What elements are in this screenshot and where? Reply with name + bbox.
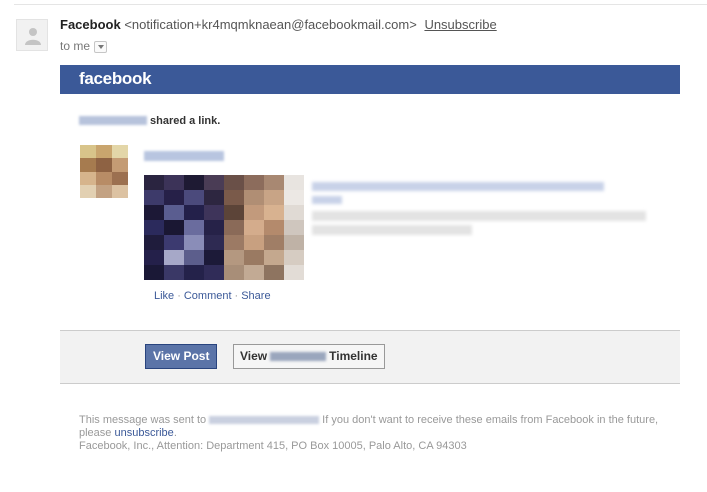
recipient-label: to me bbox=[60, 39, 91, 53]
redacted-link-description-line2 bbox=[312, 225, 472, 235]
action-separator: · bbox=[177, 290, 181, 302]
story-action-text: shared a link. bbox=[150, 115, 221, 127]
facebook-logo[interactable]: facebook bbox=[79, 69, 152, 89]
like-link[interactable]: Like bbox=[154, 290, 174, 302]
sender-name: Facebook bbox=[60, 17, 121, 32]
recipient-line: to me bbox=[60, 39, 108, 53]
redacted-link-title-line2[interactable] bbox=[312, 196, 342, 204]
footer-address: Facebook, Inc., Attention: Department 41… bbox=[79, 440, 467, 452]
top-divider bbox=[14, 4, 707, 5]
email-footer: This message was sent to If you don't wan… bbox=[79, 414, 679, 453]
redacted-link-title[interactable] bbox=[312, 182, 604, 191]
view-timeline-suffix: Timeline bbox=[329, 349, 378, 363]
redacted-user-name[interactable] bbox=[79, 116, 147, 125]
redacted-link-description bbox=[312, 211, 646, 221]
view-timeline-button[interactable]: View Timeline bbox=[233, 344, 385, 369]
footer-sent-to-text: This message was sent to bbox=[79, 414, 207, 426]
action-separator: · bbox=[234, 290, 239, 302]
link-thumbnail-image[interactable] bbox=[144, 175, 304, 280]
footer-period: . bbox=[173, 427, 177, 439]
poster-profile-picture[interactable] bbox=[80, 145, 128, 198]
story-actions: Like · Comment · Share bbox=[154, 290, 271, 302]
redacted-recipient-email[interactable] bbox=[209, 416, 320, 424]
share-link[interactable]: Share bbox=[241, 290, 270, 302]
footer-unsubscribe-link[interactable]: unsubscribe bbox=[114, 427, 173, 439]
view-timeline-prefix: View bbox=[240, 349, 268, 363]
sender-line: Facebook <notification+kr4mqmknaean@face… bbox=[60, 17, 497, 32]
details-dropdown-icon[interactable] bbox=[94, 40, 108, 53]
sender-email: <notification+kr4mqmknaean@facebookmail.… bbox=[124, 17, 417, 32]
unsubscribe-link[interactable]: Unsubscribe bbox=[424, 17, 496, 32]
redacted-poster-name[interactable] bbox=[144, 151, 224, 161]
sender-avatar bbox=[16, 19, 48, 51]
comment-link[interactable]: Comment bbox=[184, 290, 232, 302]
story-headline: shared a link. bbox=[79, 115, 220, 127]
view-post-button[interactable]: View Post bbox=[145, 344, 218, 369]
person-icon bbox=[25, 28, 41, 45]
call-to-action-bar: View Post View Timeline bbox=[60, 330, 680, 384]
facebook-banner: facebook bbox=[60, 65, 680, 94]
redacted-timeline-owner bbox=[270, 352, 327, 361]
